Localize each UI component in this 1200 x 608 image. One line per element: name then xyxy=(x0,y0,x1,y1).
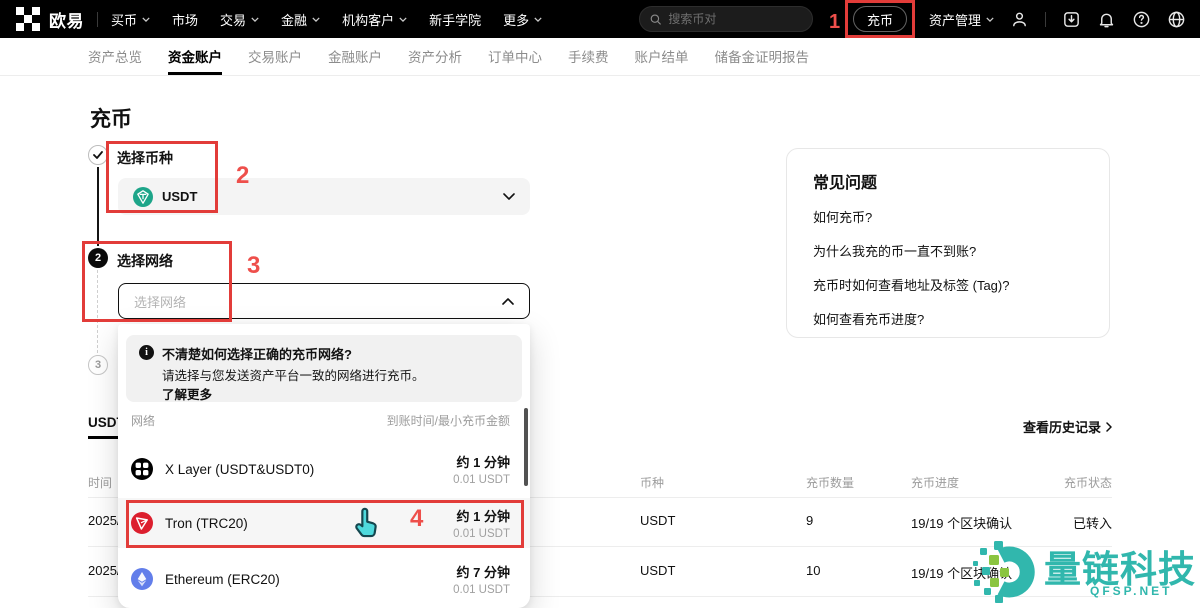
faq-card: 常见问题 如何充币? 为什么我充的币一直不到账? 充币时如何查看地址及标签 (T… xyxy=(786,148,1110,338)
chevron-up-icon xyxy=(502,298,514,305)
step3-circle: 3 xyxy=(88,355,108,375)
chevron-down-icon xyxy=(142,17,150,22)
annotation-box-1 xyxy=(845,0,915,38)
network-option-ethereum[interactable]: Ethereum (ERC20) 约 7 分钟 0.01 USDT xyxy=(118,554,530,604)
chevron-down-icon xyxy=(986,17,994,22)
user-icon[interactable] xyxy=(1010,10,1029,29)
tab-trading-account[interactable]: 交易账户 xyxy=(248,38,302,75)
faq-question-not-arrived[interactable]: 为什么我充的币一直不到账? xyxy=(813,241,976,260)
nav-divider xyxy=(1045,12,1046,27)
tab-order-center[interactable]: 订单中心 xyxy=(488,38,542,75)
step-connector-solid xyxy=(97,167,99,246)
annotation-number-3: 3 xyxy=(247,252,260,280)
tab-finance-account[interactable]: 金融账户 xyxy=(328,38,382,75)
language-globe-icon[interactable] xyxy=(1167,10,1186,29)
faq-question-address-tag[interactable]: 充币时如何查看地址及标签 (Tag)? xyxy=(813,275,1009,294)
screen: 欧易 买币 市场 交易 金融 机构客户 新手学院 更多 充币 1 资产管理 xyxy=(0,0,1200,608)
min-deposit: 0.01 USDT xyxy=(453,474,510,486)
col-header-coin: 币种 xyxy=(640,474,664,491)
brand-name: 欧易 xyxy=(49,7,84,32)
annotation-box-3 xyxy=(82,241,232,322)
download-app-icon[interactable] xyxy=(1062,10,1081,29)
ethereum-icon xyxy=(131,568,153,590)
search-icon xyxy=(650,13,661,26)
network-dropdown-panel: i 不清楚如何选择正确的充币网络? 请选择与您发送资产平台一致的网络进行充币。 … xyxy=(118,324,530,608)
notice-body: 请选择与您发送资产平台一致的网络进行充币。 xyxy=(162,365,425,384)
nav-item-institutional[interactable]: 机构客户 xyxy=(342,10,407,29)
table-row-amount: 10 xyxy=(806,563,820,578)
tab-fees[interactable]: 手续费 xyxy=(568,38,609,75)
col-header-time: 时间 xyxy=(88,474,112,491)
asset-subnav: 资产总览 资金账户 交易账户 金融账户 资产分析 订单中心 手续费 账户结单 储… xyxy=(0,38,1200,76)
tab-account-statement[interactable]: 账户结单 xyxy=(635,38,689,75)
table-row-status: 已转入 xyxy=(1073,513,1112,532)
table-row-progress: 19/19 个区块确认 xyxy=(911,513,1012,532)
notifications-bell-icon[interactable] xyxy=(1097,10,1116,29)
nav-item-more[interactable]: 更多 xyxy=(503,10,542,29)
tab-proof-of-reserves[interactable]: 储备金证明报告 xyxy=(715,38,810,75)
annotation-box-4 xyxy=(126,500,524,548)
nav-item-markets[interactable]: 市场 xyxy=(172,10,198,29)
column-network: 网络 xyxy=(131,412,155,429)
nav-divider xyxy=(97,12,98,27)
chevron-down-icon xyxy=(399,17,407,22)
learn-more-link[interactable]: 了解更多 xyxy=(162,384,212,403)
view-history-link[interactable]: 查看历史记录 xyxy=(1023,417,1112,436)
watermark-domain: QFSP.NET xyxy=(1090,584,1172,598)
search-box[interactable] xyxy=(639,6,813,32)
nav-item-buy[interactable]: 买币 xyxy=(111,10,150,29)
search-input[interactable] xyxy=(668,12,802,26)
faq-question-progress[interactable]: 如何查看充币进度? xyxy=(813,309,924,328)
nav-menu: 买币 市场 交易 金融 机构客户 新手学院 更多 xyxy=(111,10,542,29)
faq-question-how-to-deposit[interactable]: 如何充币? xyxy=(813,207,872,226)
chevron-right-icon xyxy=(1106,422,1112,432)
top-navbar: 欧易 买币 市场 交易 金融 机构客户 新手学院 更多 充币 1 资产管理 xyxy=(0,0,1200,38)
table-row-time: 2025/ xyxy=(88,513,121,528)
chevron-down-icon xyxy=(503,193,515,200)
assets-menu[interactable]: 资产管理 xyxy=(929,10,994,29)
faq-title: 常见问题 xyxy=(813,169,877,193)
help-icon[interactable] xyxy=(1132,10,1151,29)
arrival-time: 约 1 分钟 xyxy=(453,452,510,471)
okx-logo-icon xyxy=(16,7,40,31)
arrival-time: 约 7 分钟 xyxy=(453,562,510,581)
brand[interactable]: 欧易 xyxy=(16,7,84,32)
nav-item-trade[interactable]: 交易 xyxy=(220,10,259,29)
table-row-time: 2025/ xyxy=(88,563,121,578)
watermark-logo-icon xyxy=(970,536,1042,608)
info-icon: i xyxy=(139,345,154,360)
min-deposit: 0.01 USDT xyxy=(453,584,510,596)
network-notice: i 不清楚如何选择正确的充币网络? 请选择与您发送资产平台一致的网络进行充币。 … xyxy=(126,335,522,402)
annotation-number-1: 1 xyxy=(829,11,840,34)
annotation-box-2 xyxy=(106,141,218,213)
nav-item-academy[interactable]: 新手学院 xyxy=(429,10,481,29)
annotation-number-4: 4 xyxy=(410,505,423,533)
chevron-down-icon xyxy=(534,17,542,22)
chevron-down-icon xyxy=(312,17,320,22)
col-header-amount: 充币数量 xyxy=(806,474,854,491)
deposit-button-wrap: 充币 1 xyxy=(853,6,907,32)
nav-right: 充币 1 资产管理 xyxy=(837,6,1186,32)
notice-title: 不清楚如何选择正确的充币网络? xyxy=(162,344,352,363)
column-arrival-min: 到账时间/最小充币金额 xyxy=(387,412,510,429)
tab-funding-account[interactable]: 资金账户 xyxy=(168,38,222,75)
tab-asset-analysis[interactable]: 资产分析 xyxy=(408,38,462,75)
network-option-xlayer[interactable]: X Layer (USDT&USDT0) 约 1 分钟 0.01 USDT xyxy=(118,444,530,494)
cursor-pointer-icon xyxy=(352,506,384,547)
table-row-coin: USDT xyxy=(640,513,675,528)
table-row-amount: 9 xyxy=(806,513,813,528)
annotation-number-2: 2 xyxy=(236,162,249,190)
xlayer-icon xyxy=(131,458,153,480)
page-title: 充币 xyxy=(90,103,132,133)
table-row-coin: USDT xyxy=(640,563,675,578)
step1-circle xyxy=(88,145,108,165)
check-icon xyxy=(93,151,103,159)
tab-asset-overview[interactable]: 资产总览 xyxy=(88,38,142,75)
chevron-down-icon xyxy=(251,17,259,22)
col-header-progress: 充币进度 xyxy=(911,474,959,491)
nav-item-finance[interactable]: 金融 xyxy=(281,10,320,29)
col-header-status: 充币状态 xyxy=(1064,474,1112,491)
